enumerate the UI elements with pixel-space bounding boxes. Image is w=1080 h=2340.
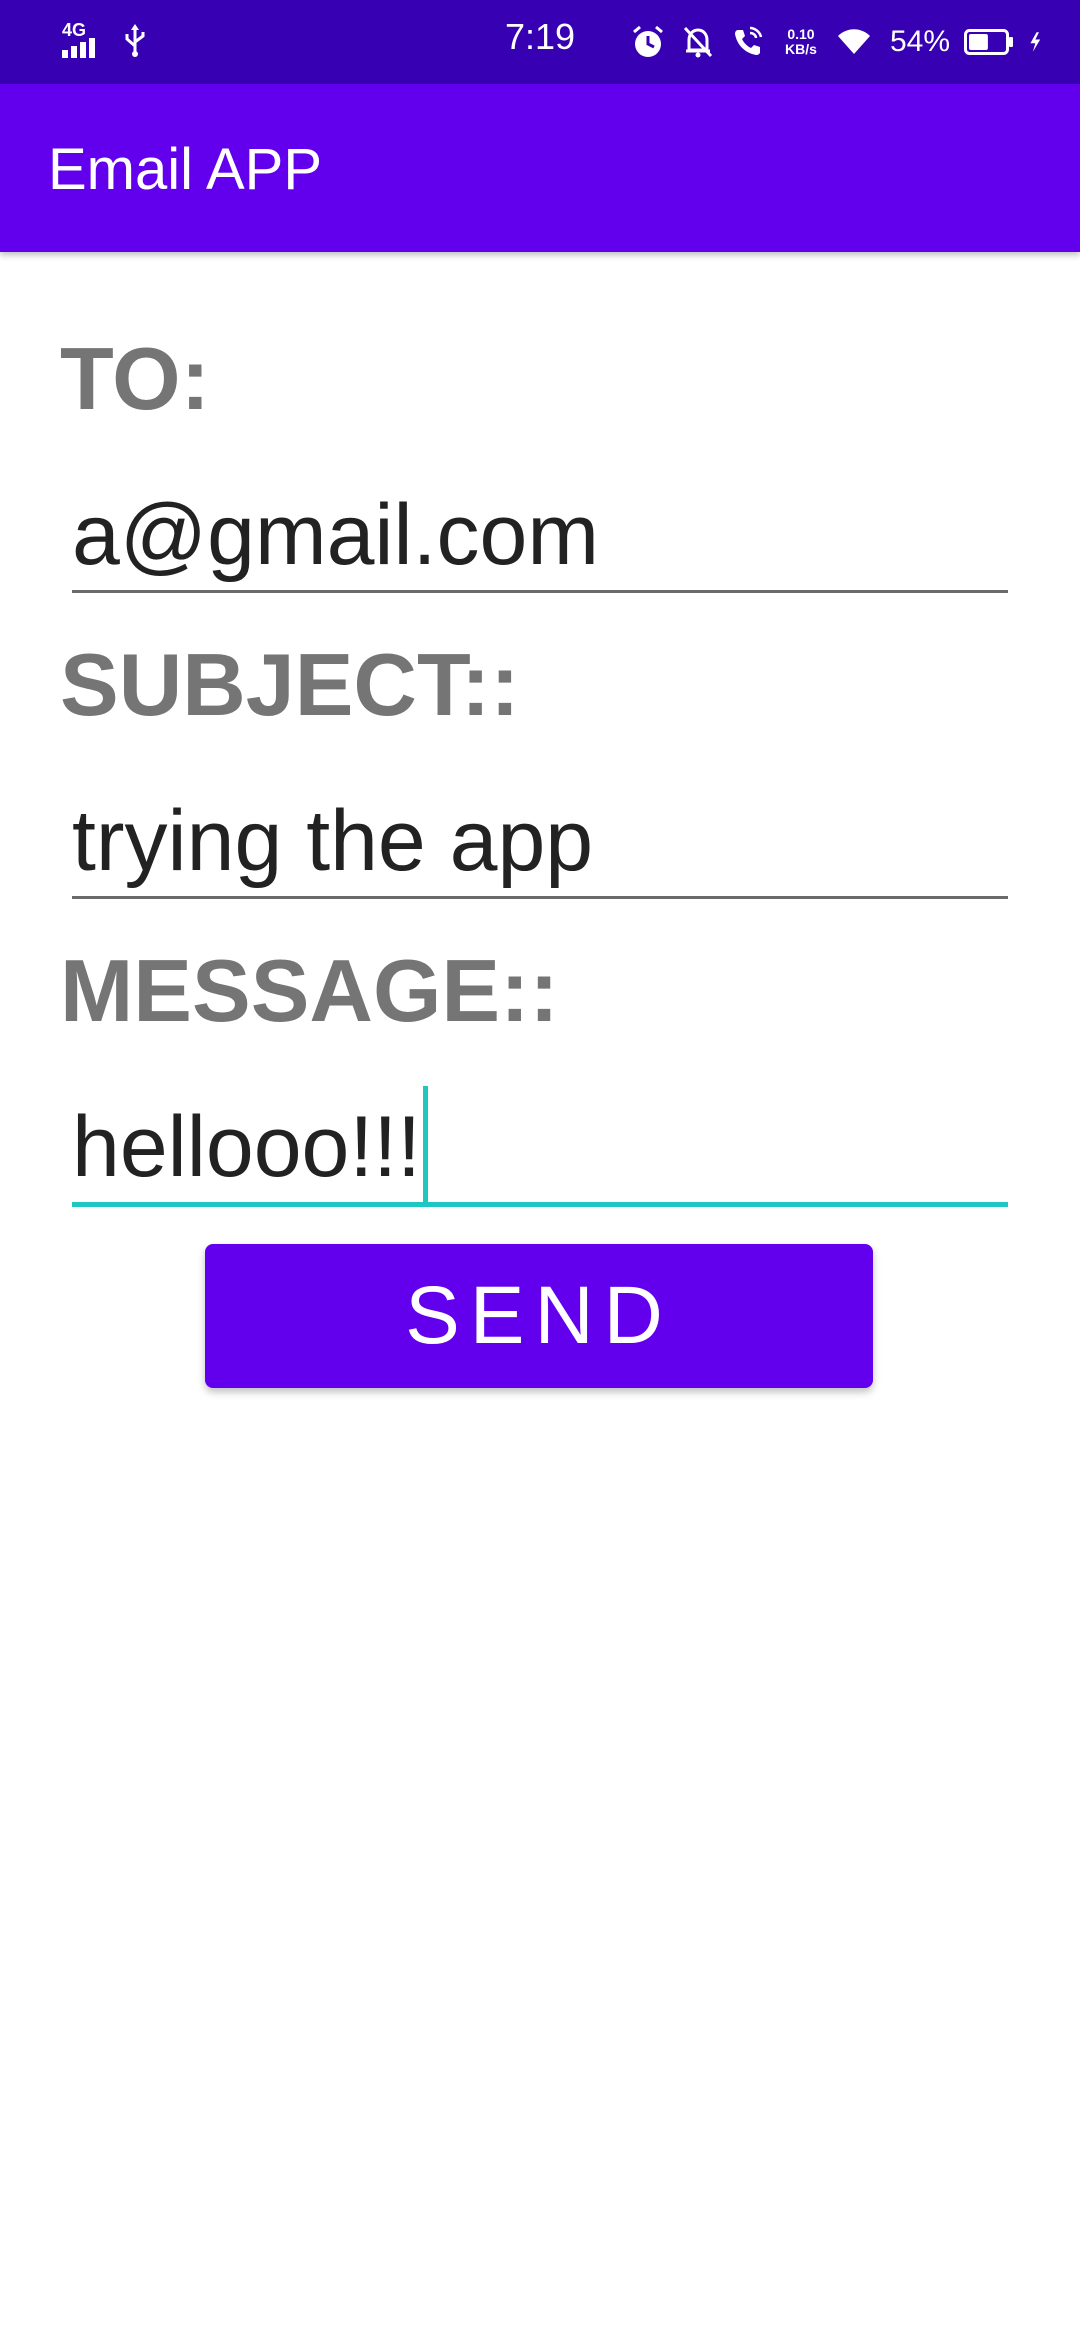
status-left: 4G [62,20,148,58]
status-right: 0.10 KB/s 54% [630,18,1050,66]
signal-icon: 4G [62,20,112,58]
bell-off-icon [683,26,713,58]
message-field[interactable]: hellooo!!! [72,1086,1008,1207]
battery-icon [964,29,1013,55]
charging-icon [1030,32,1041,52]
to-value: a@gmail.com [72,487,600,583]
wifi-call-icon [734,26,763,55]
status-time: 7:19 [505,16,576,57]
to-field[interactable]: a@gmail.com [72,480,1008,593]
alarm-icon [632,25,663,57]
speed-unit: KB/s [785,41,817,57]
app-bar: Email APP [0,84,1080,252]
text-cursor [423,1086,429,1205]
to-label: TO: [60,329,210,428]
status-bar: 4G 7:19 0.10 KB/s 54% [0,0,1080,84]
send-button[interactable]: SEND [205,1244,873,1388]
app-title: Email APP [48,137,322,202]
message-label: MESSAGE:: [60,941,559,1040]
subject-field[interactable]: trying the app [72,786,1008,899]
speed-value: 0.10 [787,26,815,42]
subject-value: trying the app [72,793,594,889]
wifi-icon [837,29,870,54]
message-value: hellooo!!! [72,1099,422,1195]
network-speed: 0.10 KB/s [780,27,822,57]
battery-percent: 54% [889,25,950,58]
subject-label: SUBJECT:: [60,635,520,734]
usb-icon [125,24,145,57]
